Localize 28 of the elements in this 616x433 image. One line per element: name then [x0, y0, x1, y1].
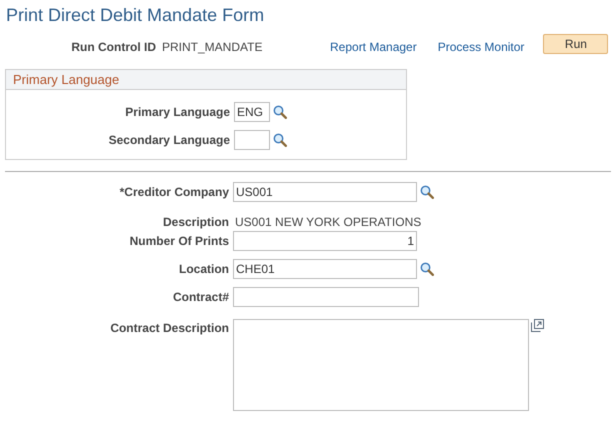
field-label: Location — [178, 261, 230, 278]
input-field[interactable]: ENG — [234, 102, 270, 122]
search-icon[interactable] — [420, 185, 434, 199]
field-label: Contract# — [172, 289, 230, 306]
input-field[interactable] — [234, 130, 270, 150]
search-icon[interactable] — [273, 133, 287, 147]
process-monitor-link[interactable]: Process Monitor — [438, 38, 524, 56]
run-control-value: PRINT_MANDATE — [162, 39, 264, 56]
field-label: Secondary Language — [108, 132, 231, 149]
field-label: *Creditor Company — [118, 184, 230, 201]
expand-icon[interactable] — [531, 319, 544, 332]
description-field[interactable] — [233, 319, 529, 411]
page-title: Print Direct Debit Mandate Form — [5, 4, 266, 26]
field-label: Primary Language — [124, 104, 231, 121]
input-field[interactable] — [233, 287, 419, 307]
field-label: Contract Description — [109, 320, 230, 337]
input-field[interactable]: CHE01 — [233, 259, 417, 279]
run-button[interactable]: Run — [543, 34, 608, 54]
description-value: US001 NEW YORK OPERATIONS — [235, 214, 422, 231]
input-field[interactable]: US001 — [233, 182, 417, 202]
input-field[interactable]: 1 — [233, 231, 417, 251]
search-icon[interactable] — [273, 105, 287, 119]
field-label: Run Control ID — [70, 39, 156, 56]
search-icon[interactable] — [420, 262, 434, 276]
report-manager-link[interactable]: Report Manager — [330, 38, 417, 56]
field-label: Number Of Prints — [128, 233, 230, 250]
field-label: Description — [162, 214, 230, 231]
group-title: Primary Language — [6, 70, 406, 90]
